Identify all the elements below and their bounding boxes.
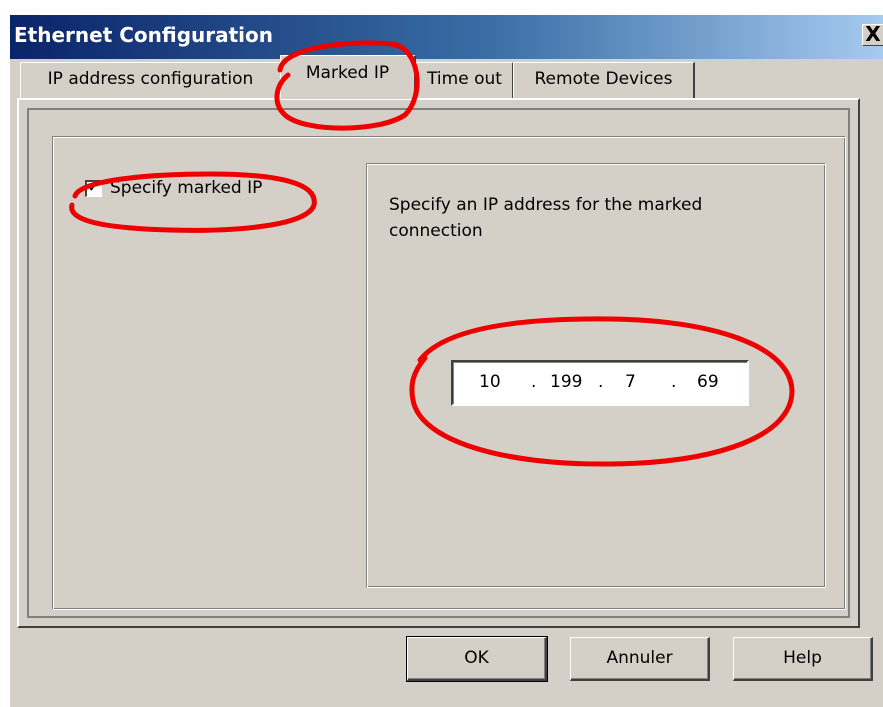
marked-ip-address-field[interactable]: 10 . 199 . 7 . 69 bbox=[451, 360, 749, 406]
title-bar[interactable]: Ethernet Configuration X bbox=[10, 15, 883, 59]
tab-remote-devices[interactable]: Remote Devices bbox=[513, 62, 695, 98]
cancel-button[interactable]: Annuler bbox=[570, 637, 710, 681]
specify-marked-ip-checkbox[interactable]: ✓ bbox=[85, 176, 102, 197]
ip-octet-4[interactable]: 69 bbox=[697, 372, 719, 392]
ip-dot-1: . bbox=[531, 372, 537, 392]
checkmark-icon: ✓ bbox=[87, 176, 102, 197]
close-button[interactable]: X bbox=[862, 24, 883, 46]
window-title: Ethernet Configuration bbox=[14, 23, 274, 47]
tab-ip-address-configuration[interactable]: IP address configuration bbox=[20, 62, 282, 98]
close-icon: X bbox=[865, 22, 881, 46]
specify-marked-ip-row[interactable]: ✓ Specify marked IP bbox=[85, 176, 263, 198]
ip-dot-2: . bbox=[598, 372, 604, 392]
ip-octet-3[interactable]: 7 bbox=[625, 372, 636, 392]
ip-dot-3: . bbox=[671, 372, 677, 392]
help-button[interactable]: Help bbox=[733, 637, 873, 681]
ok-button[interactable]: OK bbox=[406, 636, 548, 682]
tab-time-out[interactable]: Time out bbox=[416, 62, 514, 98]
ip-octet-1[interactable]: 10 bbox=[479, 372, 501, 392]
ip-octet-2[interactable]: 199 bbox=[550, 372, 582, 392]
specify-marked-ip-label: Specify marked IP bbox=[110, 178, 263, 198]
tab-marked-ip[interactable]: Marked IP bbox=[280, 55, 416, 99]
ip-description: Specify an IP address for the marked con… bbox=[389, 195, 703, 241]
